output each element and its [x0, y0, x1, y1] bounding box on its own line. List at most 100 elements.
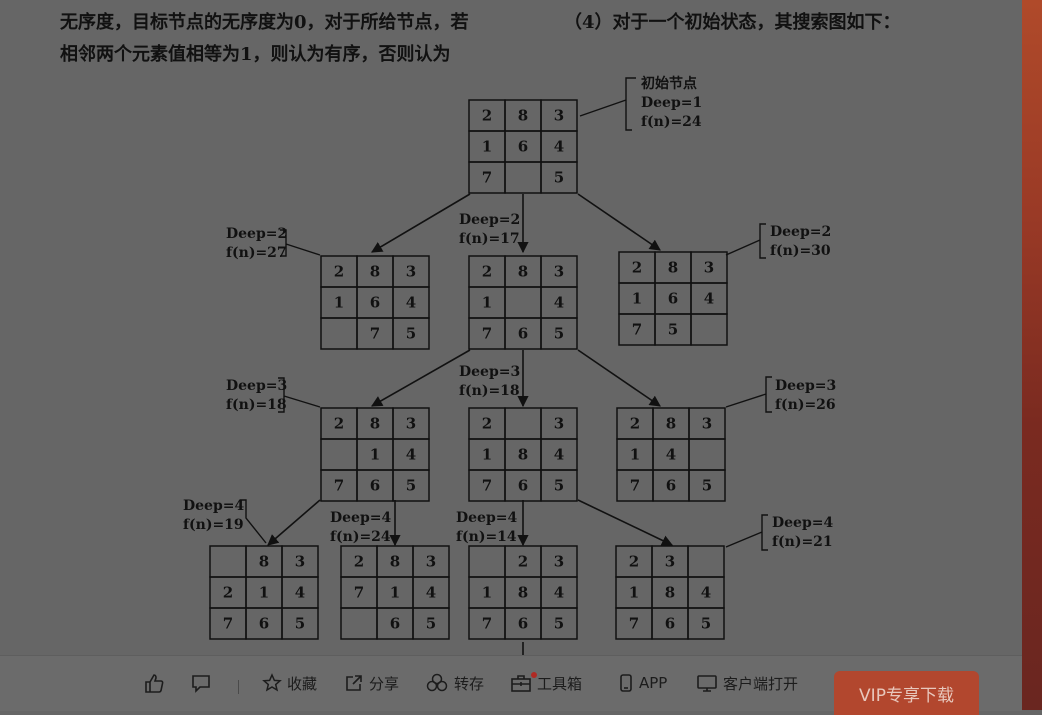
puzzle-cell: [690, 313, 728, 346]
puzzle-cell-value: 6: [666, 477, 676, 495]
node-label: Deep=3 f(n)=18: [459, 364, 520, 399]
puzzle-cell-value: 3: [406, 415, 416, 433]
puzzle-cell-value: 3: [554, 107, 564, 125]
puzzle-cell-value: 5: [554, 325, 564, 343]
node-label-line: Deep=2: [459, 212, 520, 228]
puzzle-node: 2 3 1 8 4 7 6 5: [468, 545, 578, 640]
edge: [371, 349, 471, 407]
search-graph-figure: 无序度，目标节点的无序度为0，对于所给节点，若 相邻两个元素值相等为1，则认为有…: [60, 11, 901, 656]
puzzle-cell-value: 1: [334, 294, 344, 312]
node-label-line: Deep=2: [770, 224, 831, 240]
node-label-line: Deep=4: [183, 498, 244, 514]
star-icon: [262, 673, 282, 692]
vip-download-button[interactable]: VIP专享下载: [834, 671, 979, 715]
puzzle-cell-value: 6: [665, 615, 675, 633]
puzzle-cell-value: 7: [223, 615, 233, 633]
puzzle-cell-value: 2: [630, 415, 640, 433]
node-label-line: Deep=4: [456, 510, 517, 526]
puzzle-cell-value: 5: [406, 477, 416, 495]
puzzle-cell-value: 5: [554, 615, 564, 633]
body-text-line: 相邻两个元素值相等为1，则认为有序，否则认为: [60, 43, 451, 65]
repost-button[interactable]: 转存: [425, 670, 484, 696]
toolbox-button[interactable]: 工具箱: [510, 670, 582, 696]
collect-button[interactable]: 收藏: [262, 670, 317, 696]
edge: [577, 193, 661, 251]
puzzle-cell-value: 7: [334, 477, 344, 495]
like-button[interactable]: [143, 670, 165, 696]
phone-icon: [620, 674, 632, 692]
node-label-line: f(n)=27: [226, 245, 287, 261]
puzzle-cell-value: 8: [666, 415, 676, 433]
puzzle-cell-value: 6: [518, 615, 528, 633]
puzzle-node: 2 8 3 1 6 4 7 5: [618, 251, 728, 346]
edge: [577, 499, 674, 546]
puzzle-node: 2 3 1 8 4 7 6 5: [468, 407, 578, 502]
puzzle-cell-value: 3: [554, 415, 564, 433]
puzzle-cell: [504, 286, 542, 319]
share-button[interactable]: 分享: [344, 670, 399, 696]
puzzle-cell-value: 3: [704, 259, 714, 277]
puzzle-cell-value: 8: [390, 553, 400, 571]
client-open-button[interactable]: 客户端打开: [696, 670, 798, 696]
repost-label: 转存: [454, 674, 485, 693]
collect-label: 收藏: [287, 674, 318, 693]
node-label: Deep=3 f(n)=18: [226, 378, 287, 413]
comment-button[interactable]: [190, 670, 212, 696]
puzzle-cell-value: 1: [259, 584, 269, 602]
puzzle-cell: [504, 161, 542, 194]
puzzle-cell-value: 3: [665, 553, 675, 571]
node-label-line: Deep=2: [226, 226, 287, 242]
puzzle-cell-value: 6: [518, 138, 528, 156]
node-label-line: Deep=3: [775, 378, 836, 394]
puzzle-cell-value: 1: [632, 290, 642, 308]
node-label-line: Deep=4: [330, 510, 391, 526]
bracket: [725, 223, 766, 259]
puzzle-cell-value: 3: [554, 553, 564, 571]
node-label-line: f(n)=19: [183, 517, 244, 533]
puzzle-cell-value: 1: [482, 584, 492, 602]
toolbar-divider: [238, 680, 239, 694]
puzzle-cell-value: 4: [295, 584, 305, 602]
puzzle-cell-value: 4: [666, 446, 676, 464]
puzzle-node: 2 3 1 8 4 7 6 5: [615, 545, 725, 640]
comment-icon: [192, 675, 210, 693]
node-label: Deep=4 f(n)=14: [456, 510, 517, 545]
puzzle-cell-value: 1: [482, 138, 492, 156]
puzzle-cell-value: 7: [354, 584, 364, 602]
puzzle-cell-value: 8: [370, 415, 380, 433]
bracket: [725, 376, 772, 413]
node-label-line: f(n)=24: [641, 114, 702, 130]
node-label-line: Deep=3: [226, 378, 287, 394]
puzzle-cell-value: 4: [704, 290, 714, 308]
puzzle-cell-value: 8: [668, 259, 678, 277]
puzzle-cell-value: 6: [370, 477, 380, 495]
app-button[interactable]: APP: [618, 670, 667, 696]
puzzle-cell-value: 5: [406, 325, 416, 343]
bracket: [725, 514, 768, 551]
puzzle-cell-value: 2: [629, 553, 639, 571]
puzzle-cell-value: 7: [370, 325, 380, 343]
puzzle-cell: [209, 545, 247, 578]
puzzle-cell-value: 1: [482, 294, 492, 312]
node-label-line: f(n)=24: [330, 529, 391, 545]
puzzle-cell: [688, 438, 726, 471]
puzzle-cell-value: 4: [554, 138, 564, 156]
repost-icon: [426, 673, 448, 692]
puzzle-cell-value: 3: [702, 415, 712, 433]
node-label-line: Deep=1: [641, 95, 702, 111]
node-label-line: f(n)=18: [459, 383, 520, 399]
puzzle-cell-value: 7: [482, 169, 492, 187]
puzzle-cell-value: 1: [630, 446, 640, 464]
puzzle-cell-value: 1: [482, 446, 492, 464]
puzzle-cell: [320, 317, 358, 350]
puzzle-cell: [687, 545, 725, 578]
puzzle-cell-value: 8: [518, 584, 528, 602]
puzzle-cell-value: 2: [334, 263, 344, 281]
puzzle-cell-value: 4: [554, 446, 564, 464]
puzzle-cell-value: 4: [701, 584, 711, 602]
puzzle-cell-value: 2: [223, 584, 233, 602]
puzzle-cell-value: 4: [406, 446, 416, 464]
bracket: [579, 77, 636, 131]
monitor-icon: [697, 675, 717, 692]
puzzle-cell-value: 6: [370, 294, 380, 312]
